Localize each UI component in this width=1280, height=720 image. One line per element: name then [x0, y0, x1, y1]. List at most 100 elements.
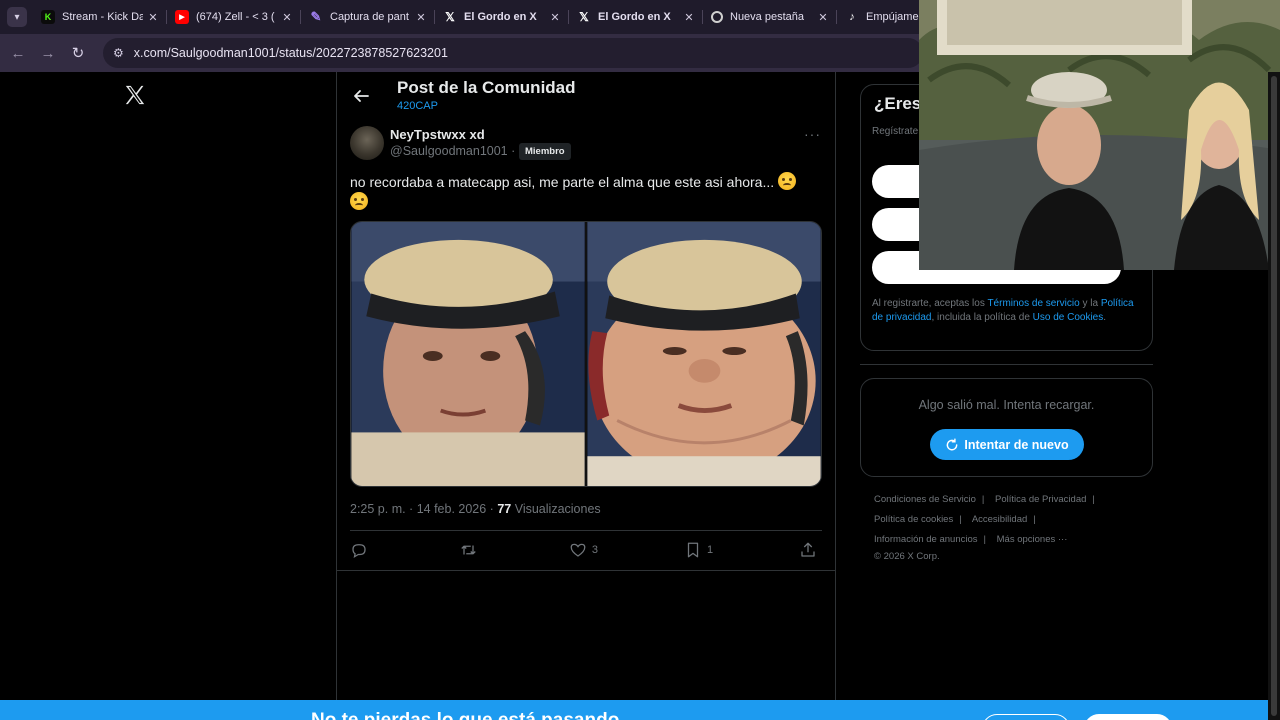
footer-row: Información de anuncios | Más opciones ··… — [874, 534, 1068, 545]
reply-button[interactable] — [350, 541, 373, 559]
retry-label: Intentar de nuevo — [964, 437, 1069, 452]
legal-text: y la — [1079, 298, 1101, 309]
crying-face-emoji-icon — [350, 192, 368, 210]
share-icon — [801, 542, 815, 557]
forward-button[interactable]: → — [33, 38, 63, 68]
trends-error-card: Algo salió mal. Intenta recargar. Intent… — [860, 378, 1153, 477]
divider — [337, 570, 835, 571]
community-link[interactable]: 420CAP — [397, 100, 438, 112]
browser-tab[interactable]: ▶ (674) Zell - < 3 ( ✕ — [167, 0, 301, 34]
avatar[interactable] — [350, 126, 384, 160]
divider — [350, 530, 822, 531]
repost-icon — [461, 545, 476, 555]
post-text-block: no recordaba a matecapp asi, me parte el… — [350, 172, 820, 212]
arrow-left-icon[interactable] — [351, 86, 371, 106]
cookies-link[interactable]: Uso de Cookies — [1033, 312, 1104, 323]
arrow-right-icon: → — [40, 44, 56, 62]
main-column: Post de la Comunidad 420CAP NeyTpstwxx x… — [336, 72, 836, 702]
close-icon[interactable]: ✕ — [683, 11, 695, 24]
tab-title: Nueva pestaña — [730, 11, 804, 23]
close-icon[interactable]: ✕ — [549, 11, 561, 24]
arrow-left-icon: ← — [10, 44, 26, 62]
author-name[interactable]: NeyTpstwxx xd — [390, 127, 485, 142]
browser-tab[interactable]: ✎ Captura de pant ✕ — [301, 0, 435, 34]
retry-button[interactable]: Intentar de nuevo — [930, 429, 1084, 460]
legal-text: Al registrarte, aceptas los — [872, 298, 988, 309]
reply-icon — [352, 544, 366, 559]
browser-tab[interactable]: 𝕏 El Gordo en X ✕ — [435, 0, 569, 34]
copyright: © 2026 X Corp. — [874, 551, 940, 562]
x-logo-icon[interactable] — [124, 84, 146, 106]
feather-icon: ✎ — [310, 9, 322, 24]
scrollbar[interactable] — [1268, 72, 1280, 720]
error-message: Algo salió mal. Intenta recargar. — [918, 398, 1095, 412]
views-label: Visualizaciones — [514, 502, 601, 516]
close-icon[interactable]: ✕ — [147, 11, 159, 24]
webcam-overlay — [919, 0, 1280, 270]
x-icon: 𝕏 — [579, 10, 589, 24]
url-text: x.com/Saulgoodman1001/status/20227238785… — [133, 46, 448, 60]
banner-text: No te pierdas lo que está pasando — [311, 710, 619, 720]
signup-legal: Al registrarte, aceptas los Términos de … — [872, 297, 1142, 324]
footer-link[interactable]: Accesibilidad — [972, 514, 1027, 525]
login-button[interactable] — [982, 714, 1070, 720]
chevron-down-icon: ▾ — [14, 11, 20, 23]
register-button[interactable] — [1084, 714, 1172, 720]
more-options-icon[interactable]: ··· — [804, 126, 821, 142]
close-icon[interactable]: ✕ — [281, 11, 293, 24]
post-timestamp[interactable]: 2:25 p. m. · 14 feb. 2026 · — [350, 502, 494, 516]
footer-link[interactable]: Política de cookies — [874, 514, 953, 525]
back-button[interactable]: ← — [3, 38, 33, 68]
post-image-left[interactable] — [351, 222, 585, 486]
refresh-icon — [947, 437, 958, 450]
browser-tab[interactable]: K Stream - Kick Da ✕ — [33, 0, 167, 34]
views-count: 77 — [497, 502, 512, 516]
signup-heading: ¿Eres — [874, 94, 922, 113]
like-button[interactable]: 3 — [569, 541, 598, 559]
divider — [860, 364, 1153, 365]
footer-link[interactable]: Información de anuncios — [874, 534, 978, 545]
tab-search-button[interactable]: ▾ — [7, 7, 27, 27]
share-button[interactable] — [799, 541, 822, 559]
reload-icon: ↻ — [71, 45, 85, 62]
author-handle[interactable]: @Saulgoodman1001 · — [390, 144, 515, 158]
chrome-icon — [711, 11, 723, 23]
bookmark-icon — [687, 542, 699, 558]
footer-more-link[interactable]: Más opciones ··· — [997, 534, 1068, 545]
x-icon: 𝕏 — [445, 10, 455, 24]
footer-link[interactable]: Política de Privacidad — [995, 494, 1086, 505]
close-icon[interactable]: ✕ — [817, 11, 829, 24]
scrollbar-thumb[interactable] — [1271, 76, 1277, 716]
reload-button[interactable]: ↻ — [63, 38, 93, 68]
tab-title: Captura de pant — [330, 11, 409, 23]
footer-row: Política de cookies | Accesibilidad | — [874, 514, 1036, 525]
member-badge: Miembro — [519, 143, 571, 160]
bookmark-count: 1 — [706, 544, 714, 556]
signup-banner: No te pierdas lo que está pasando — [0, 700, 1268, 720]
tab-title: Stream - Kick Da — [62, 11, 143, 23]
heart-icon — [570, 543, 586, 557]
tab-title: El Gordo en X — [464, 11, 537, 23]
kick-icon: K — [41, 10, 55, 24]
youtube-icon: ▶ — [175, 10, 189, 24]
post-media[interactable] — [350, 221, 822, 487]
legal-text: , incluida la política de — [931, 311, 1033, 323]
close-icon[interactable]: ✕ — [415, 11, 427, 24]
post-actions: 3 1 — [350, 534, 822, 566]
post-meta: 2:25 p. m. · 14 feb. 2026 · 77 Visualiza… — [350, 502, 601, 516]
repost-button[interactable] — [459, 541, 483, 559]
tiktok-icon: ♪ — [849, 11, 855, 23]
browser-tab[interactable]: 𝕏 El Gordo en X ✕ — [569, 0, 703, 34]
footer-link[interactable]: Condiciones de Servicio — [874, 494, 976, 505]
crying-face-emoji-icon — [778, 172, 797, 190]
bookmark-button[interactable]: 1 — [684, 541, 713, 559]
address-bar[interactable]: ⚙ x.com/Saulgoodman1001/status/202272387… — [103, 38, 923, 68]
post-text: no recordaba a matecapp asi, me parte el… — [350, 174, 775, 190]
terms-link[interactable]: Términos de servicio — [987, 298, 1079, 309]
post-image-right[interactable] — [587, 222, 821, 486]
like-count: 3 — [591, 544, 598, 556]
site-info-icon[interactable]: ⚙ — [113, 46, 124, 60]
browser-tab[interactable]: Nueva pestaña ✕ — [703, 0, 837, 34]
page-title: Post de la Comunidad — [397, 78, 576, 97]
footer-row: Condiciones de Servicio | Política de Pri… — [874, 494, 1095, 505]
